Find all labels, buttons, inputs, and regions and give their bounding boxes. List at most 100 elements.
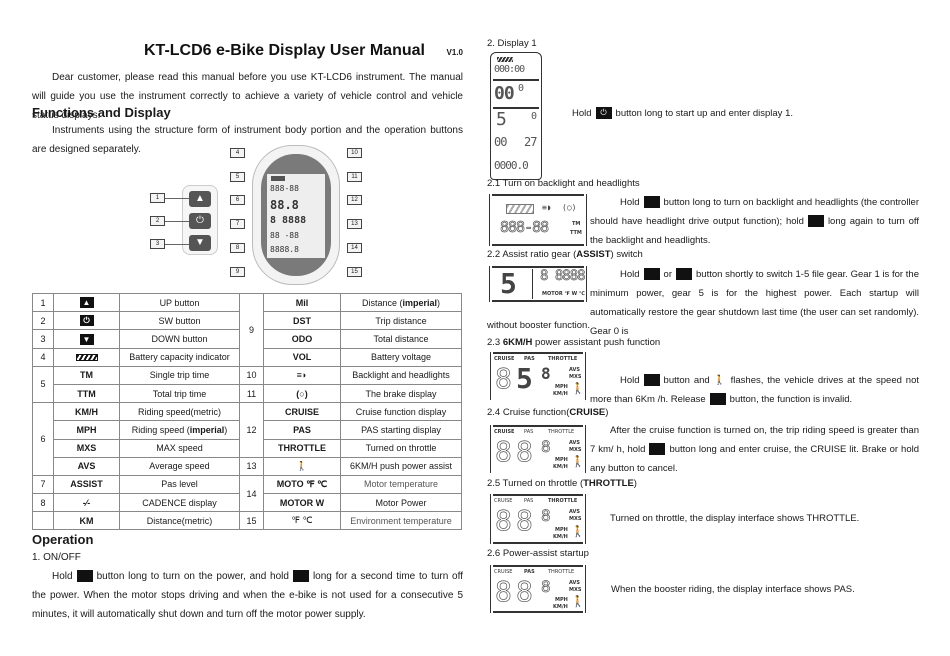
mph-label: MPH: [555, 597, 568, 603]
row-label: PAS: [263, 420, 341, 440]
row-description: Total trip time: [119, 383, 240, 404]
lcd-divider: [492, 300, 584, 302]
walk-text-part: more than 6Km /h. Release: [590, 394, 706, 405]
callout-10: 10: [347, 148, 362, 158]
row-icon-cell: ⏻: [53, 311, 120, 331]
cruise-text-part: button long and enter cruise, the CRUISE…: [669, 444, 919, 455]
throttle-text: Turned on throttle, the display interfac…: [610, 513, 860, 524]
title-text: power assistant push function: [532, 337, 661, 348]
row-icon-cell: (○): [263, 383, 341, 404]
title-bold: 6KM/H: [502, 337, 533, 348]
row-number: 13: [239, 456, 264, 476]
headlight-icon: ≡◗: [542, 203, 552, 212]
down-button-icon: ▼: [649, 443, 677, 456]
callout-13: 13: [347, 219, 362, 229]
row-description: Total distance: [340, 329, 462, 349]
onoff-text: Hold: [52, 571, 73, 582]
lcd-speed-ones: 5: [516, 362, 533, 395]
lcd-motor-value: 8 8888: [540, 268, 586, 285]
lcd-speed-ones: 8: [516, 575, 534, 609]
row-description: UP button: [119, 292, 240, 313]
throttle-label: THROTTLE: [548, 498, 578, 504]
title-bold: CRUISE: [569, 407, 606, 418]
onoff-text: button long to turn on the power, and ho…: [96, 571, 289, 582]
down-button-icon: ▼: [189, 235, 211, 251]
avs-label: AVS: [569, 440, 581, 446]
lcd-speed-tens: 8: [495, 504, 513, 538]
callout-line: [165, 221, 189, 222]
battery-icon: [75, 354, 98, 362]
section-2-4-title: 2.4 Cruise function(CRUISE): [487, 407, 608, 418]
cruise-text-part: After the cruise function is turned on, …: [610, 425, 919, 436]
power-button-icon: ⏻: [189, 213, 211, 229]
device-diagram: ▲ ⏻ ▼ 1 2 3 888-88 88.8 8 8888 88 -88 88…: [142, 145, 392, 285]
callout-1: 1: [150, 193, 165, 203]
up-button-icon: ▲: [643, 268, 681, 281]
down-button-icon: ▼: [79, 333, 94, 345]
lcd-row-cadence: 88 -88: [270, 231, 299, 240]
title-bold: ASSIST: [576, 249, 611, 260]
row-number: 2: [32, 311, 54, 331]
avs-label: AVS: [569, 367, 581, 373]
mxs-label: MXS: [569, 587, 582, 593]
row-description: Single trip time: [119, 365, 240, 385]
walk-assist-icon: 🚶: [571, 595, 585, 608]
walk-assist-text: Hold ▼button and 🚶 flashes, the vehicle d…: [590, 371, 919, 409]
battery-icon: [497, 57, 513, 62]
up-button-icon: ▲: [79, 297, 94, 309]
power-button-icon: ⏻: [595, 107, 612, 120]
row-number: 6: [32, 402, 54, 476]
lcd-divider: [493, 79, 539, 81]
assist-text-tail: without booster function.: [487, 320, 590, 331]
callout-12: 12: [347, 195, 362, 205]
lcd-row-speed: 88.8: [270, 198, 299, 212]
up-button-icon: ▲: [189, 191, 211, 207]
lcd-divider: [493, 542, 583, 544]
onoff-text: power. When the motor stops driving and …: [32, 590, 464, 620]
assist-text: Hold▲or▼button shortly to switch 1-5 fil…: [590, 265, 919, 341]
lcd-power: 0: [531, 111, 537, 122]
up-button-icon: ▲: [807, 215, 846, 228]
assist-lcd: 5 8 8888 MOTOR ℉ W ℃: [489, 266, 587, 302]
row-label: MOTO ℉ ℃: [263, 474, 341, 495]
down-button-icon: ▼: [676, 268, 714, 281]
row-number: 9: [239, 293, 264, 367]
lcd-unit: 888-88 88.8 8 8888 88 -88 8888.8: [252, 145, 340, 285]
battery-icon: [506, 204, 534, 214]
display1-lcd: 000:00 00 0 5 0 00 27 0000.0: [490, 52, 542, 180]
table-row: TTM Total trip time 11 (○) The brake dis…: [33, 383, 462, 404]
lcd-divider: [492, 194, 584, 196]
kmh-label: KM/H: [553, 534, 568, 540]
row-description: PAS starting display: [340, 420, 462, 440]
row-description: The brake display: [340, 383, 462, 404]
ttm-label: TTM: [570, 230, 582, 236]
down-button-icon: ▼: [709, 393, 748, 406]
avs-label: AVS: [569, 580, 581, 586]
cruise-text-part: any button to cancel.: [590, 463, 678, 474]
lcd-speed-ones: 8: [516, 504, 534, 538]
brake-icon: (○): [562, 203, 577, 212]
title-text: 2.5 Turned on throttle (: [487, 478, 584, 489]
row-description: Average speed: [119, 456, 240, 476]
row-description: Trip distance: [340, 311, 462, 331]
title-text: ) switch: [610, 249, 643, 260]
row-description: 6KM/H push power assist: [340, 456, 462, 476]
onoff-title: 1. ON/OFF: [32, 552, 81, 563]
section-2-5-title: 2.5 Turned on throttle (THROTTLE): [487, 478, 637, 489]
callout-3: 3: [150, 239, 165, 249]
power-button-icon: ⏻: [292, 570, 319, 583]
callout-15: 15: [347, 267, 362, 277]
lcd-temp: 27: [524, 135, 537, 149]
row-description: Battery capacity indicator: [119, 347, 240, 367]
cruise-lcd: CRUISE PAS THROTTLE 8 8 8 AVS MXS MPH KM…: [490, 425, 586, 473]
lcd-divider: [493, 565, 583, 567]
row-label: MOTOR W: [263, 493, 341, 513]
row-description: Riding speed (imperial): [119, 420, 240, 440]
row-label: TM: [53, 365, 120, 385]
kmh-label: KM/H: [553, 391, 568, 397]
row-number: 14: [239, 474, 264, 513]
row-number: 15: [239, 511, 264, 531]
callout-8: 8: [230, 243, 245, 253]
lcd-assist: 5: [496, 109, 507, 130]
row-description: Riding speed(metric): [119, 402, 240, 422]
